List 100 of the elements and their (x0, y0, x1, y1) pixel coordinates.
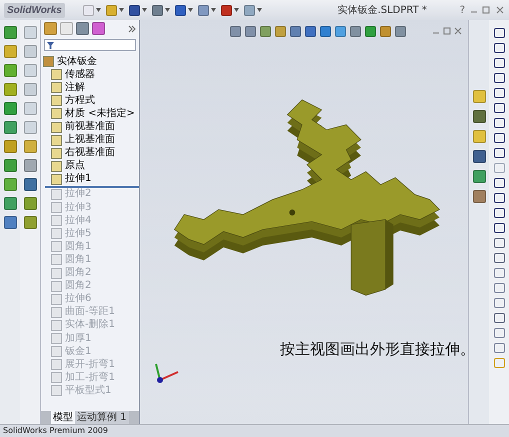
sketch-tool-icon[interactable] (494, 208, 504, 218)
caret-icon[interactable] (256, 8, 262, 12)
command-icon[interactable] (4, 197, 16, 210)
command-icon[interactable] (4, 121, 16, 134)
task-pane-icon[interactable] (472, 190, 486, 203)
tree-item[interactable]: 实体钣金 (57, 56, 97, 68)
filter-icon (47, 42, 54, 48)
view-icon[interactable] (290, 26, 301, 37)
tree-item[interactable]: 平板型式1 (65, 384, 112, 397)
tree-item[interactable]: 上视基准面 (65, 134, 115, 146)
view-icon[interactable] (365, 26, 376, 37)
tree-item[interactable]: 传感器 (65, 68, 95, 81)
command-icon[interactable] (24, 140, 36, 153)
tree-item[interactable]: 原点 (65, 160, 85, 172)
sketch-tool-icon[interactable] (494, 118, 504, 128)
toolbar-icon[interactable] (198, 4, 209, 16)
caret-icon[interactable] (142, 8, 147, 12)
command-icon[interactable] (4, 83, 16, 96)
toolbar-icon[interactable] (220, 4, 232, 16)
sketch-tool-icon[interactable] (494, 193, 504, 203)
view-icon[interactable] (275, 26, 286, 37)
rollback-bar[interactable] (45, 186, 139, 188)
view-icon[interactable] (230, 26, 241, 37)
caret-icon[interactable] (96, 8, 101, 12)
sketch-tool-icon[interactable] (494, 253, 504, 263)
command-icon[interactable] (4, 45, 16, 58)
part-icon (43, 56, 54, 68)
tree-item[interactable]: 实体-删除1 (65, 319, 115, 332)
tree-item[interactable]: 拉伸6 (65, 293, 92, 306)
tree-item[interactable]: 材质 <未指定> (65, 108, 135, 120)
tree-item[interactable]: 方程式 (65, 94, 95, 107)
tree-item[interactable]: 圆角2 (65, 280, 92, 292)
sketch-tool-icon[interactable] (494, 313, 504, 323)
app-logo[interactable]: SolidWorks (4, 2, 65, 18)
help-button[interactable]: ? (460, 4, 465, 16)
note-text: 按主视图画出外形直接拉伸。 (280, 340, 475, 359)
command-icon[interactable] (4, 178, 16, 191)
chevron-icon[interactable] (128, 24, 136, 32)
sketch-tool-icon[interactable] (494, 148, 504, 158)
command-icon[interactable] (4, 102, 16, 115)
tree-item[interactable]: 拉伸3 (65, 202, 92, 214)
sketch-tool-icon[interactable] (494, 178, 504, 188)
tree-item[interactable]: 曲面-等距1 (65, 306, 115, 318)
command-icon[interactable] (4, 26, 16, 39)
sketch-tool-icon[interactable] (494, 58, 504, 68)
view-icon[interactable] (350, 26, 361, 37)
command-icon[interactable] (4, 140, 16, 153)
tab[interactable]: 运动算例 1 (75, 411, 129, 424)
window-title: 实体钣金.SLDPRT * (336, 4, 428, 17)
view-icon[interactable] (305, 26, 316, 37)
caret-icon[interactable] (234, 8, 239, 12)
command-icon[interactable] (24, 178, 36, 191)
tree-item[interactable]: 拉伸2 (65, 188, 92, 200)
view-icon[interactable] (335, 26, 346, 37)
sketch-tool-icon[interactable] (494, 73, 504, 83)
toolbar-icon[interactable] (174, 4, 186, 16)
sketch-tool-icon[interactable] (494, 88, 504, 98)
sketch-tool-icon[interactable] (494, 223, 504, 233)
toolbar-icon[interactable] (152, 4, 163, 16)
tab[interactable]: 模型 (51, 411, 75, 424)
caret-icon[interactable] (164, 8, 170, 12)
view-icon[interactable] (245, 26, 256, 37)
sketch-tool-icon[interactable] (494, 103, 504, 113)
command-icon[interactable] (24, 159, 36, 172)
tree-item[interactable]: 圆角1 (65, 254, 92, 266)
tree-item[interactable]: 拉伸1 (65, 173, 92, 186)
view-icon[interactable] (395, 26, 406, 37)
tree-item[interactable]: 展开-折弯1 (65, 358, 115, 371)
command-icon[interactable] (4, 159, 16, 172)
sketch-tool-icon[interactable] (494, 28, 504, 38)
document-window-buttons-icon[interactable] (432, 26, 462, 36)
window-buttons-icon[interactable] (469, 5, 505, 15)
tree-item[interactable]: 钣金1 (65, 346, 92, 358)
command-icon[interactable] (4, 216, 16, 229)
sketch-tool-icon[interactable] (494, 238, 504, 248)
tree-item[interactable]: 加工-折弯1 (65, 372, 115, 384)
tree-item[interactable]: 右视基准面 (65, 147, 115, 160)
tree-item[interactable]: 圆角2 (65, 267, 92, 280)
view-icon[interactable] (380, 26, 391, 37)
tree-item[interactable]: 前视基准面 (65, 121, 115, 134)
toolbar-icon[interactable] (128, 4, 140, 16)
view-icon[interactable] (320, 26, 331, 37)
tree-item[interactable]: 拉伸5 (65, 228, 92, 240)
sketch-tool-icon[interactable] (494, 133, 504, 143)
sketch-tool-icon[interactable] (494, 43, 504, 53)
caret-icon[interactable] (118, 8, 124, 12)
tree-item[interactable]: 圆角1 (65, 240, 92, 253)
filter-field[interactable] (44, 39, 136, 51)
command-icon[interactable] (24, 197, 36, 210)
tree-item[interactable]: 加厚1 (65, 332, 92, 345)
command-icon[interactable] (4, 64, 16, 77)
command-icon[interactable] (24, 216, 36, 229)
view-icon[interactable] (260, 26, 271, 37)
task-pane-icon[interactable] (472, 110, 486, 123)
task-pane-icon[interactable] (472, 170, 486, 183)
task-pane-icon[interactable] (472, 150, 486, 163)
caret-icon[interactable] (210, 8, 216, 12)
tree-item[interactable]: 注解 (65, 82, 85, 94)
caret-icon[interactable] (188, 8, 193, 12)
tree-item[interactable]: 拉伸4 (65, 214, 92, 227)
